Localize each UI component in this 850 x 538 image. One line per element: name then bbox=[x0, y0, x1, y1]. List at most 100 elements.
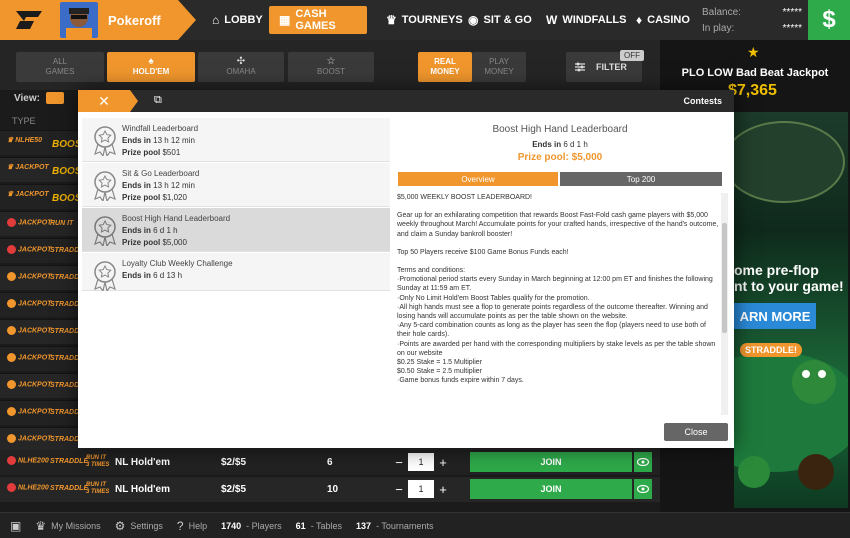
badge-text: JACKPOT bbox=[15, 191, 49, 198]
seats-value[interactable]: 1 bbox=[408, 453, 434, 471]
badge-text: JACKPOT bbox=[18, 246, 52, 254]
jackpot-badge: ♛ JACKPOT bbox=[7, 191, 49, 198]
detail-ends: Ends in 6 d 1 h bbox=[398, 140, 722, 149]
contest-prize: Prize pool $501 bbox=[122, 148, 180, 157]
coin-icon bbox=[7, 326, 16, 335]
detail-title: Boost High Hand Leaderboard bbox=[492, 124, 628, 135]
run-it-line: RUN IT bbox=[86, 455, 106, 461]
players-label: - Players bbox=[246, 520, 282, 531]
filter-real-money[interactable]: REAL MONEY bbox=[418, 52, 472, 82]
close-icon[interactable]: ✕ bbox=[78, 90, 138, 112]
close-button[interactable]: Close bbox=[664, 423, 728, 441]
nav-lobby[interactable]: ⌂ LOBBY bbox=[202, 6, 273, 34]
jackpot-badge: JACKPOT bbox=[7, 245, 51, 254]
nav-label: CASINO bbox=[647, 14, 690, 26]
contest-name: Windfall Leaderboard bbox=[122, 124, 199, 133]
terms-line: ·All high hands must see a flop to gener… bbox=[397, 303, 708, 321]
learn-more-button[interactable]: ARN MORE bbox=[734, 303, 816, 329]
nav-casino[interactable]: ♦ CASINO bbox=[626, 6, 700, 34]
tables-count: 61 bbox=[295, 520, 306, 531]
medal-icon bbox=[94, 216, 116, 246]
filter-all-games[interactable]: ALL GAMES bbox=[16, 52, 104, 82]
plus-button[interactable]: + bbox=[434, 452, 452, 472]
popout-icon[interactable]: ⧉ bbox=[154, 94, 162, 107]
straddle-badge: STRADDLE bbox=[50, 485, 89, 492]
nav-windfalls[interactable]: W WINDFALLS bbox=[536, 6, 637, 34]
filter-state-badge[interactable]: OFF bbox=[620, 50, 644, 61]
badge-text: JACKPOT bbox=[18, 408, 52, 416]
ends-label: Ends in bbox=[122, 226, 151, 235]
contest-name: Loyalty Club Weekly Challenge bbox=[122, 259, 233, 268]
contest-item[interactable]: Loyalty Club Weekly Challenge Ends in 6 … bbox=[82, 253, 390, 291]
players-count: 1740 bbox=[221, 520, 242, 531]
contest-ends: Ends in 6 d 1 h bbox=[122, 226, 178, 235]
join-button[interactable]: JOIN bbox=[470, 452, 632, 472]
settings-button[interactable]: ⚙ Settings bbox=[115, 519, 163, 533]
filter-label: PLAY bbox=[489, 57, 509, 66]
jackpot-value: $7,365 bbox=[728, 82, 777, 99]
plus-button[interactable]: + bbox=[434, 479, 452, 499]
jackpot-badge: NLHE200 bbox=[7, 483, 49, 492]
cashier-button[interactable]: $ bbox=[808, 0, 850, 40]
filter-play-money[interactable]: PLAY MONEY bbox=[472, 52, 526, 82]
minus-button[interactable]: − bbox=[390, 479, 408, 499]
contest-item-selected[interactable]: Boost High Hand Leaderboard Ends in 6 d … bbox=[82, 208, 390, 252]
join-button[interactable]: JOIN bbox=[470, 479, 632, 499]
help-button[interactable]: ? Help bbox=[177, 519, 207, 533]
badge-text: JACKPOT bbox=[18, 219, 52, 227]
contest-ends: Ends in 13 h 12 min bbox=[122, 181, 195, 190]
promo-line: nt to your game! bbox=[734, 278, 844, 294]
game-players: 6 bbox=[327, 457, 333, 468]
tab-top-200[interactable]: Top 200 bbox=[560, 172, 722, 186]
straddle-promo-tag: STRADDLE! bbox=[740, 343, 802, 357]
settings-label: Settings bbox=[130, 520, 163, 531]
casino-icon: ♦ bbox=[636, 13, 643, 27]
filter-label: MONEY bbox=[430, 67, 460, 76]
coin-icon bbox=[7, 245, 16, 254]
filter-holdem[interactable]: ♠ HOLD'EM bbox=[107, 52, 195, 82]
run-it-line: 3 TIMES bbox=[86, 489, 110, 495]
table-row[interactable]: NLHE200 STRADDLE RUN IT 3 TIMES NL Hold'e… bbox=[0, 477, 660, 502]
filter-boost[interactable]: ☆ BOOST bbox=[288, 52, 374, 82]
nav-sit-and-go[interactable]: ◉ SIT & GO bbox=[458, 6, 542, 34]
observe-button[interactable] bbox=[634, 479, 652, 499]
description-paragraph: Top 50 Players receive $100 Game Bonus F… bbox=[397, 248, 569, 256]
filter-omaha[interactable]: ✣ OMAHA bbox=[198, 52, 284, 82]
medal-icon bbox=[94, 126, 116, 156]
nav-label: CASH GAMES bbox=[295, 8, 336, 32]
my-missions-button[interactable]: ♛ My Missions bbox=[35, 519, 100, 533]
minus-button[interactable]: − bbox=[390, 452, 408, 472]
balance-label: Balance: bbox=[702, 7, 741, 18]
contest-item[interactable]: Windfall Leaderboard Ends in 13 h 12 min… bbox=[82, 118, 390, 162]
table-row[interactable]: NLHE200 STRADDLE RUN IT 3 TIMES NL Hold'e… bbox=[0, 450, 660, 475]
prize-label: Prize pool bbox=[122, 148, 161, 157]
tab-overview[interactable]: Overview bbox=[398, 172, 558, 186]
avatar[interactable] bbox=[60, 2, 98, 38]
observe-button[interactable] bbox=[634, 452, 652, 472]
jackpot-badge: JACKPOT bbox=[7, 380, 51, 389]
terms-line: $0.25 Stake = 1.5 Multiplier bbox=[397, 359, 483, 367]
badge-text: NLHE50 bbox=[15, 137, 43, 144]
username[interactable]: Pokeroff bbox=[108, 13, 161, 28]
scrollbar-thumb[interactable] bbox=[722, 223, 727, 333]
filter-label: MONEY bbox=[484, 67, 514, 76]
scrollbar[interactable] bbox=[721, 193, 728, 415]
trophy-icon: ♛ bbox=[35, 518, 47, 533]
promo-text: ome pre-flop nt to your game! bbox=[734, 262, 844, 294]
seats-value[interactable]: 1 bbox=[408, 480, 434, 498]
trophy-icon: ♛ bbox=[7, 164, 14, 171]
filter-label: REAL bbox=[434, 57, 456, 66]
tables-label: - Tables bbox=[310, 520, 343, 531]
gift-button[interactable]: ▣ bbox=[10, 519, 21, 533]
logo-icon bbox=[16, 11, 42, 29]
terms-line: $0.50 Stake = 2.5 multiplier bbox=[397, 368, 483, 376]
filter-label: HOLD'EM bbox=[132, 67, 170, 76]
filter-label: BOOST bbox=[316, 67, 345, 76]
contest-item[interactable]: Sit & Go Leaderboard Ends in 13 h 12 min… bbox=[82, 163, 390, 207]
filter-label: GAMES bbox=[45, 67, 75, 76]
filter-label: OMAHA bbox=[226, 67, 256, 76]
description-paragraph: Gear up for an exhilarating competition … bbox=[397, 212, 719, 238]
trophy-icon: ♛ bbox=[7, 191, 14, 198]
nav-cash-games[interactable]: ▦ CASH GAMES bbox=[269, 6, 367, 34]
list-view-icon[interactable] bbox=[45, 92, 64, 104]
